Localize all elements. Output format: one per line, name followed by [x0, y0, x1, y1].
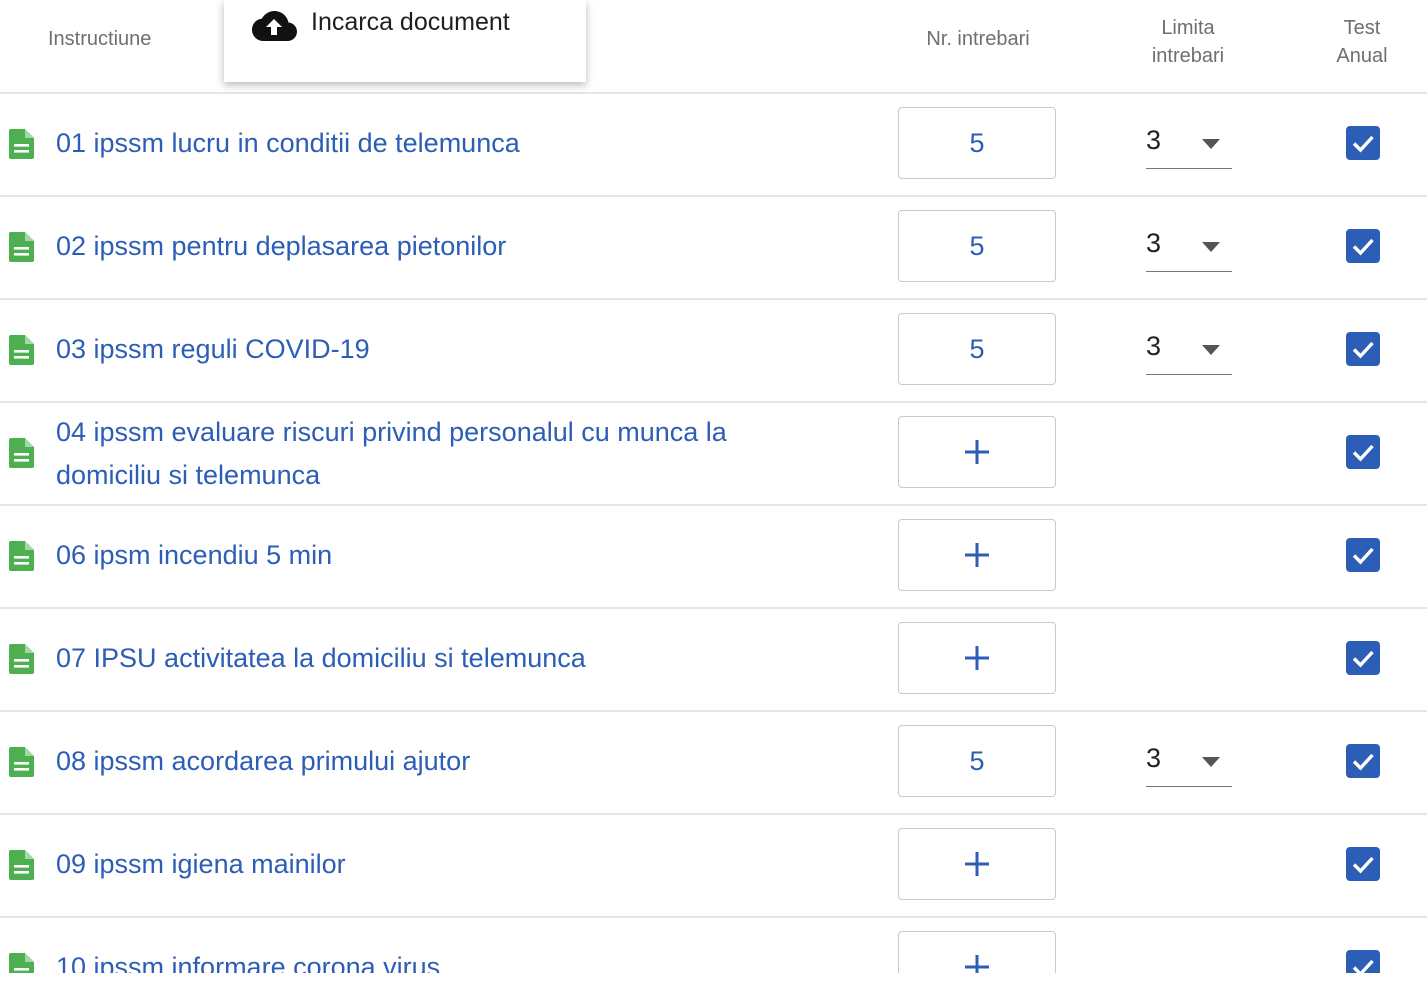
instruction-link[interactable]: 01 ipssm lucru in conditii de telemunca — [56, 122, 816, 165]
instruction-link[interactable]: 09 ipssm igiena mainilor — [56, 843, 816, 886]
chevron-down-icon — [1202, 345, 1220, 355]
chevron-down-icon — [1202, 757, 1220, 767]
add-questions-button[interactable] — [898, 519, 1056, 591]
instruction-link[interactable]: 10 ipssm informare corona virus — [56, 946, 816, 973]
question-limit-select[interactable]: 3 — [1146, 228, 1232, 272]
table-header: Instructiune Nr. intrebari Limita intreb… — [0, 0, 1427, 94]
check-icon — [1352, 753, 1374, 771]
instruction-link-line1: 04 ipssm evaluare riscuri privind person… — [56, 417, 727, 447]
question-limit-value: 3 — [1146, 331, 1162, 361]
instruction-link[interactable]: 08 ipssm acordarea primului ajutor — [56, 740, 816, 783]
table-row: 03 ipssm reguli COVID-19 5 3 — [0, 298, 1427, 403]
table-row: 07 IPSU activitatea la domiciliu si tele… — [0, 607, 1427, 712]
add-questions-button[interactable] — [898, 622, 1056, 694]
annual-test-checkbox[interactable] — [1346, 538, 1380, 572]
question-count-field[interactable]: 5 — [898, 725, 1056, 797]
plus-icon — [965, 646, 989, 670]
instruction-link[interactable]: 04 ipssm evaluare riscuri privind person… — [56, 411, 816, 497]
question-limit-value: 3 — [1146, 228, 1162, 258]
add-questions-button[interactable] — [898, 931, 1056, 973]
annual-test-checkbox[interactable] — [1346, 435, 1380, 469]
question-count-field[interactable]: 5 — [898, 107, 1056, 179]
upload-document-item[interactable]: Incarca document — [311, 8, 510, 37]
column-header-annual-test-line2: Anual — [1336, 45, 1388, 67]
column-header-question-limit: Limita intrebari — [1128, 14, 1248, 70]
question-count-value: 5 — [969, 127, 985, 158]
check-icon — [1352, 959, 1374, 973]
document-icon — [9, 644, 34, 674]
document-icon — [9, 129, 34, 159]
annual-test-checkbox[interactable] — [1346, 744, 1380, 778]
annual-test-checkbox[interactable] — [1346, 847, 1380, 881]
column-header-question-count: Nr. intrebari — [926, 28, 1030, 50]
table-row: 01 ipssm lucru in conditii de telemunca … — [0, 92, 1427, 197]
add-questions-button[interactable] — [898, 828, 1056, 900]
table-row: 09 ipssm igiena mainilor — [0, 813, 1427, 918]
question-limit-select[interactable]: 3 — [1146, 125, 1232, 169]
question-count-value: 5 — [969, 745, 985, 776]
annual-test-checkbox[interactable] — [1346, 950, 1380, 973]
question-count-field[interactable]: 5 — [898, 313, 1056, 385]
check-icon — [1352, 341, 1374, 359]
instructions-table: Instructiune Nr. intrebari Limita intreb… — [0, 0, 1427, 973]
table-row: 02 ipssm pentru deplasarea pietonilor 5 … — [0, 195, 1427, 300]
annual-test-checkbox[interactable] — [1346, 641, 1380, 675]
plus-icon — [965, 852, 989, 876]
instruction-link-line2: domiciliu si telemunca — [56, 460, 321, 490]
instruction-link[interactable]: 02 ipssm pentru deplasarea pietonilor — [56, 225, 816, 268]
plus-icon — [965, 955, 989, 973]
document-icon — [9, 541, 34, 571]
column-header-question-limit-line1: Limita — [1161, 17, 1215, 39]
table-row: 06 ipsm incendiu 5 min — [0, 504, 1427, 609]
column-header-question-limit-line2: intrebari — [1151, 45, 1225, 67]
column-header-annual-test-line1: Test — [1343, 17, 1381, 39]
annual-test-checkbox[interactable] — [1346, 229, 1380, 263]
check-icon — [1352, 444, 1374, 462]
instruction-link[interactable]: 07 IPSU activitatea la domiciliu si tele… — [56, 637, 816, 680]
document-icon — [9, 232, 34, 262]
annual-test-checkbox[interactable] — [1346, 126, 1380, 160]
document-icon — [9, 438, 34, 468]
plus-icon — [965, 543, 989, 567]
column-header-instruction: Instructiune — [48, 28, 152, 50]
question-count-value: 5 — [969, 230, 985, 261]
check-icon — [1352, 135, 1374, 153]
instruction-link[interactable]: 03 ipssm reguli COVID-19 — [56, 328, 816, 371]
question-count-value: 5 — [969, 333, 985, 364]
check-icon — [1352, 650, 1374, 668]
annual-test-checkbox[interactable] — [1346, 332, 1380, 366]
check-icon — [1352, 547, 1374, 565]
check-icon — [1352, 856, 1374, 874]
instruction-link[interactable]: 06 ipsm incendiu 5 min — [56, 534, 816, 577]
question-limit-value: 3 — [1146, 743, 1162, 773]
question-limit-value: 3 — [1146, 125, 1162, 155]
table-row: 08 ipssm acordarea primului ajutor 5 3 — [0, 710, 1427, 815]
add-questions-button[interactable] — [898, 416, 1056, 488]
question-limit-select[interactable]: 3 — [1146, 743, 1232, 787]
plus-icon — [965, 440, 989, 464]
question-limit-select[interactable]: 3 — [1146, 331, 1232, 375]
cloud-upload-icon[interactable] — [250, 8, 298, 44]
document-icon — [9, 850, 34, 880]
table-row: 04 ipssm evaluare riscuri privind person… — [0, 401, 1427, 506]
document-icon — [9, 335, 34, 365]
check-icon — [1352, 238, 1374, 256]
question-count-field[interactable]: 5 — [898, 210, 1056, 282]
table-row: 10 ipssm informare corona virus — [0, 916, 1427, 973]
chevron-down-icon — [1202, 242, 1220, 252]
document-icon — [9, 747, 34, 777]
column-header-annual-test: Test Anual — [1312, 14, 1412, 70]
chevron-down-icon — [1202, 139, 1220, 149]
document-icon — [9, 953, 34, 973]
